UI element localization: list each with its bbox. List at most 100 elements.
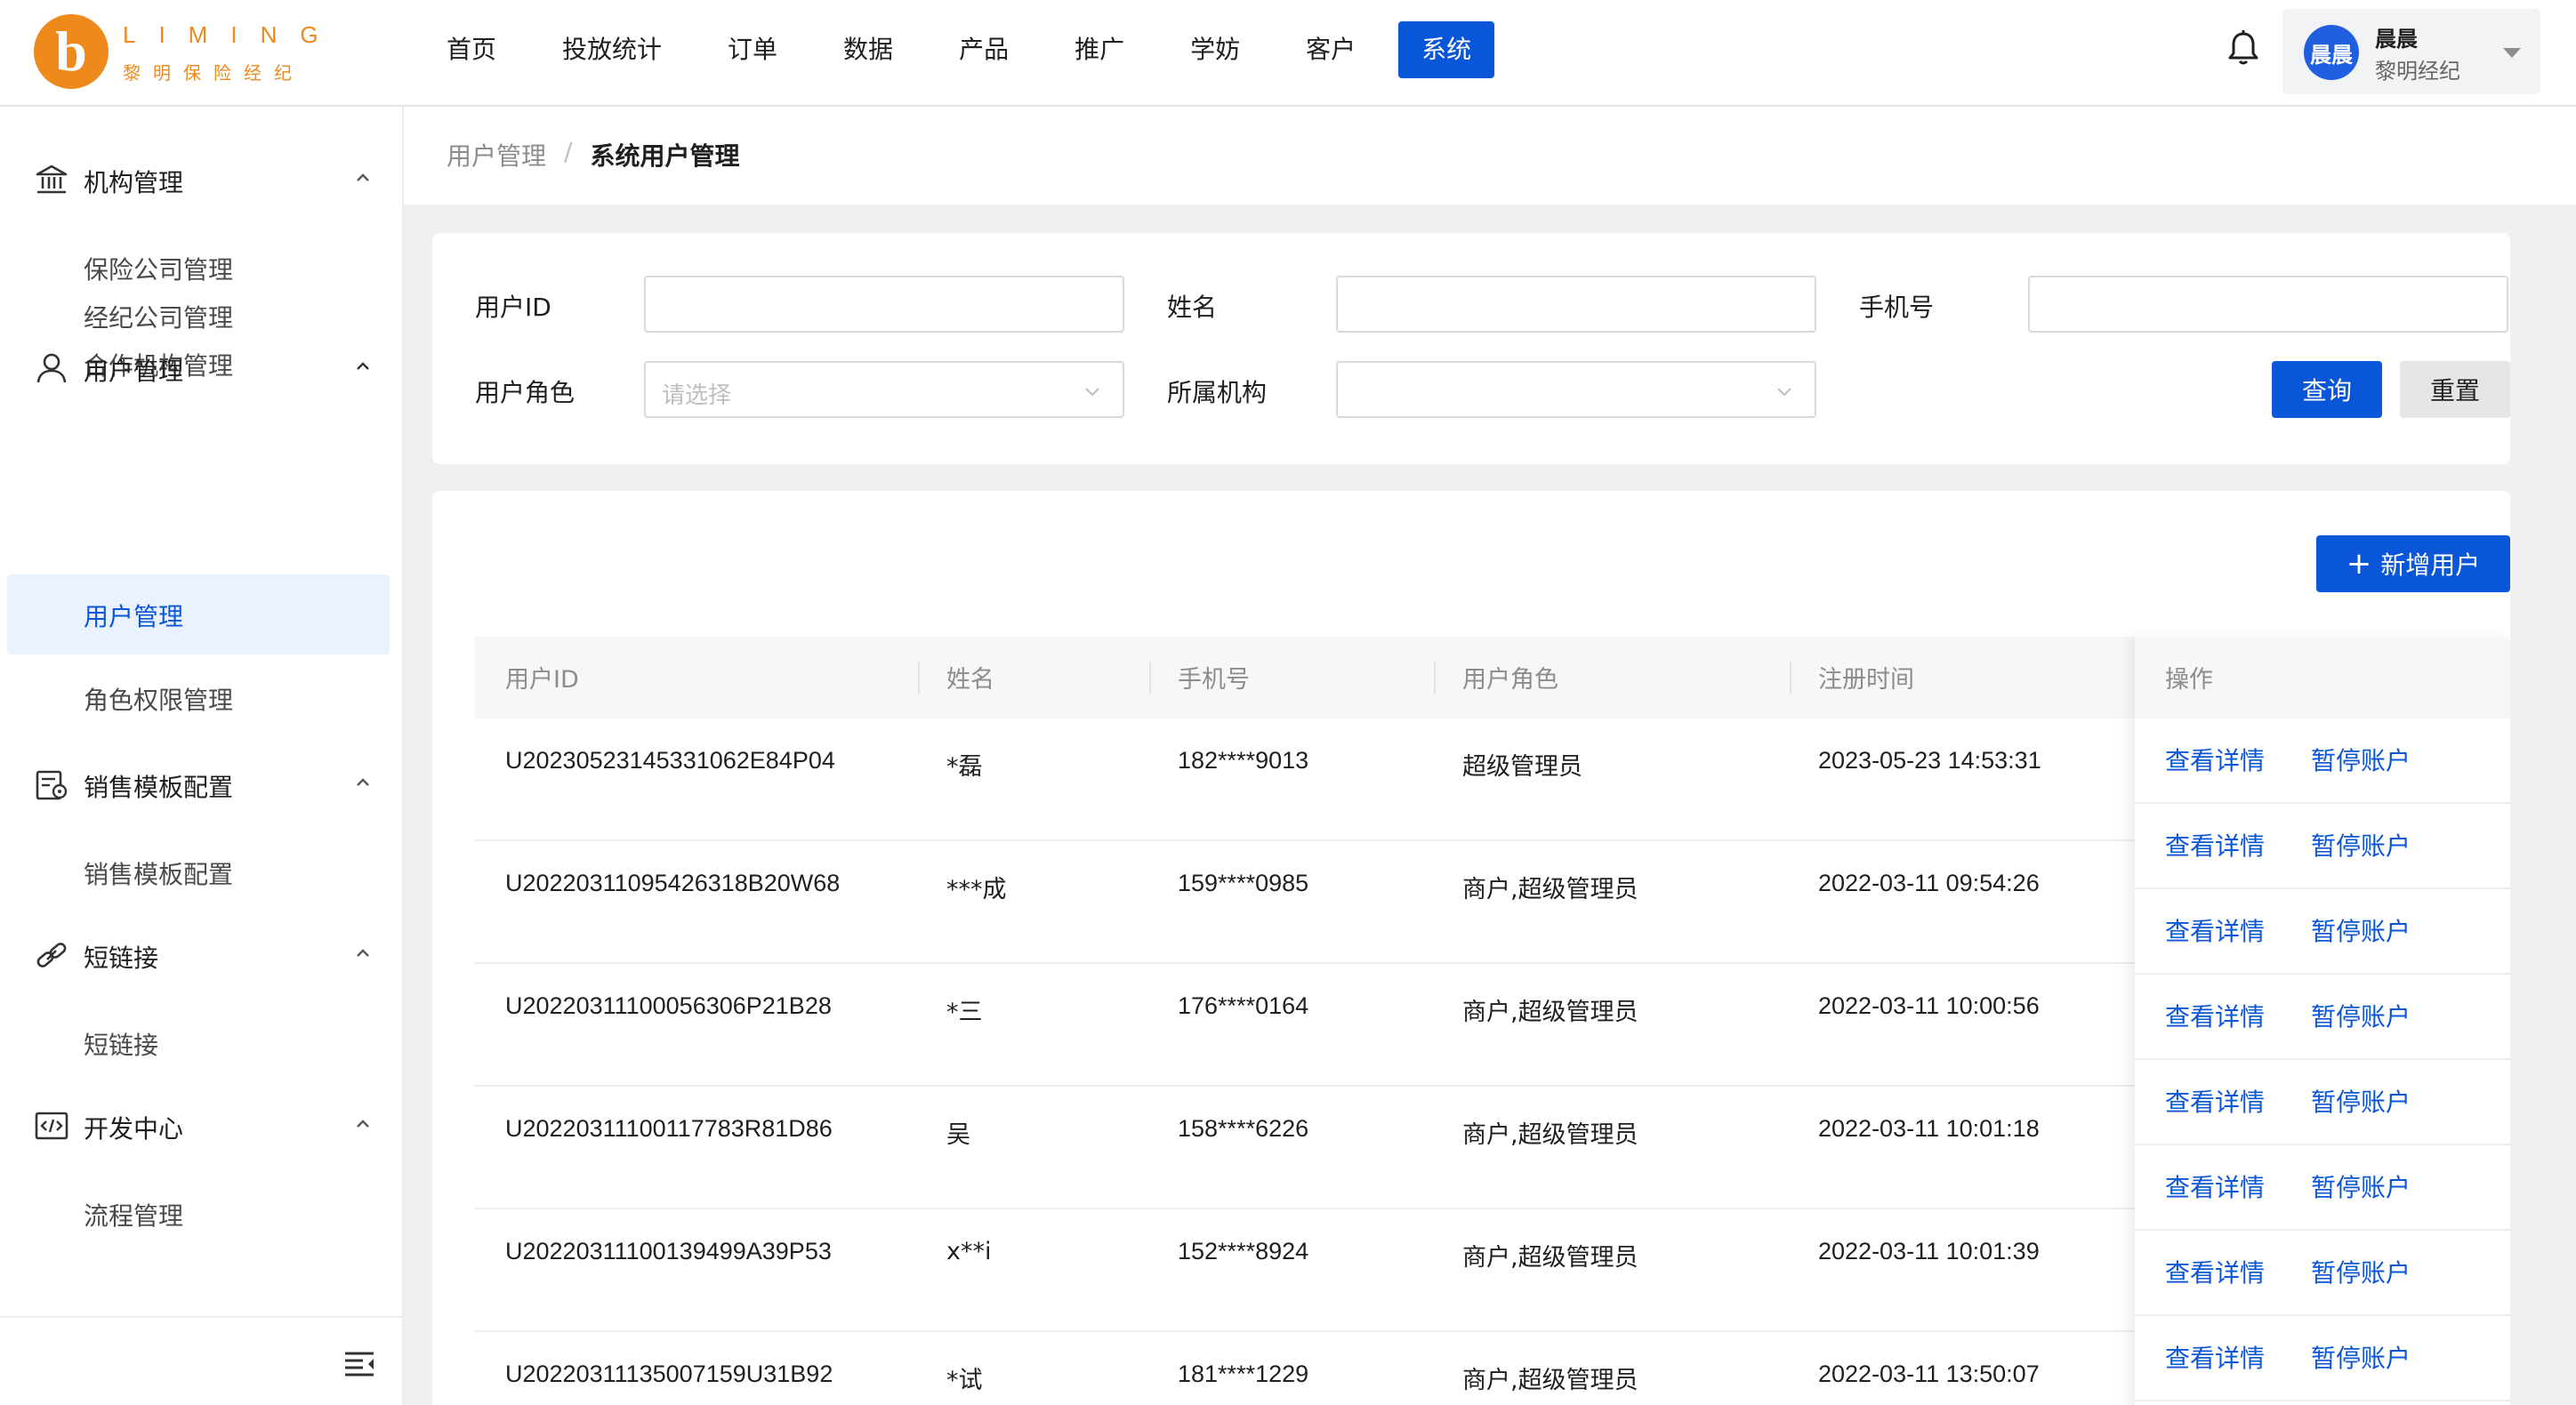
role-select-placeholder: 请选择 <box>662 382 732 409</box>
sidebar-item-label: 用户管理 <box>84 602 184 631</box>
view-details-link[interactable]: 查看详情 <box>2165 1083 2265 1119</box>
view-details-link[interactable]: 查看详情 <box>2165 1254 2265 1289</box>
sidebar-item-role-permissions[interactable]: 角色权限管理 <box>0 658 404 738</box>
sidebar-item-sales-templates[interactable]: 销售模板配置 <box>0 832 404 912</box>
suspend-account-link[interactable]: 暂停账户 <box>2311 742 2411 777</box>
user-id-input[interactable] <box>644 276 1124 333</box>
phone-input[interactable] <box>2028 276 2508 333</box>
cell-phone: 176****0164 <box>1178 992 1309 1019</box>
sidebar-group-users[interactable]: 用户管理 <box>0 329 404 409</box>
sidebar-item-label: 角色权限管理 <box>84 686 234 715</box>
column-divider <box>1790 662 1791 694</box>
cell-role: 商户,超级管理员 <box>1462 1244 1638 1272</box>
nav-ad-stats[interactable]: 投放统计 <box>539 21 685 78</box>
cell-role: 超级管理员 <box>1462 753 1582 781</box>
cell-name: x**i <box>946 1238 992 1265</box>
phone-label: 手机号 <box>1859 293 1935 322</box>
reset-button[interactable]: 重置 <box>2400 361 2510 418</box>
cell-name: ***成 <box>946 876 1007 903</box>
template-icon <box>36 770 68 800</box>
page-title: 系统用户管理 <box>590 141 740 171</box>
suspend-account-link[interactable]: 暂停账户 <box>2311 1083 2411 1119</box>
suspend-account-link[interactable]: 暂停账户 <box>2311 912 2411 948</box>
suspend-account-link[interactable]: 暂停账户 <box>2311 1168 2411 1204</box>
breadcrumb-separator: / <box>564 137 573 166</box>
view-details-link[interactable]: 查看详情 <box>2165 998 2265 1033</box>
add-user-button[interactable]: + 新增用户 <box>2316 535 2510 592</box>
sidebar-group-short-links[interactable]: 短链接 <box>0 916 404 996</box>
nav-products[interactable]: 产品 <box>936 21 1032 78</box>
operations-row: 查看详情 暂停账户 <box>2135 1060 2510 1145</box>
breadcrumb: 用户管理 / 系统用户管理 <box>447 137 739 173</box>
sidebar-group-label: 短链接 <box>84 943 159 973</box>
app-root: b LIMING 黎明保险经纪 首页 投放统计 订单 数据 产品 推广 学妨 客… <box>0 0 2576 1405</box>
breadcrumb-parent[interactable]: 用户管理 <box>447 137 546 173</box>
collapse-menu-icon[interactable] <box>342 1348 377 1380</box>
org-select[interactable] <box>1336 361 1816 418</box>
column-header-phone: 手机号 <box>1178 666 1250 694</box>
suspend-account-link[interactable]: 暂停账户 <box>2311 1254 2411 1289</box>
role-select[interactable]: 请选择 <box>644 361 1124 418</box>
sidebar-group-dev-center[interactable]: 开发中心 <box>0 1087 404 1167</box>
cell-phone: 159****0985 <box>1178 870 1309 896</box>
nav-orders[interactable]: 订单 <box>704 21 801 78</box>
view-details-link[interactable]: 查看详情 <box>2165 742 2265 777</box>
logo-name-en: LIMING <box>123 21 342 48</box>
cell-name: *试 <box>946 1367 983 1394</box>
view-details-link[interactable]: 查看详情 <box>2165 912 2265 948</box>
column-header-reg-time: 注册时间 <box>1818 666 1914 694</box>
sidebar-item-process-management[interactable]: 流程管理 <box>0 1174 404 1254</box>
view-details-link[interactable]: 查看详情 <box>2165 1168 2265 1204</box>
sidebar-item-label: 销售模板配置 <box>84 860 234 889</box>
table-row: U20220311100139499A39P53 x**i 152****8924 商… <box>475 1209 2181 1332</box>
user-menu[interactable]: 晨晨 晨晨 黎明经纪 <box>2282 9 2540 94</box>
nav-home[interactable]: 首页 <box>423 21 519 78</box>
sidebar-group-sales-templates[interactable]: 销售模板配置 <box>0 745 404 825</box>
sidebar-group-label: 销售模板配置 <box>84 773 234 802</box>
cell-phone: 158****6226 <box>1178 1115 1309 1142</box>
cell-role: 商户,超级管理员 <box>1462 876 1638 903</box>
column-header-role: 用户角色 <box>1462 666 1558 694</box>
nav-data[interactable]: 数据 <box>820 21 916 78</box>
filter-panel: 用户ID 姓名 手机号 用户角色 请选择 所属机构 查询 重置 <box>432 233 2510 464</box>
name-input[interactable] <box>1336 276 1816 333</box>
suspend-account-link[interactable]: 暂停账户 <box>2311 1339 2411 1375</box>
cell-role: 商户,超级管理员 <box>1462 999 1638 1026</box>
chevron-down-icon <box>1085 388 1099 397</box>
nav-system[interactable]: 系统 <box>1398 21 1495 78</box>
nav-promotion[interactable]: 推广 <box>1051 21 1147 78</box>
cell-name: *三 <box>946 999 983 1026</box>
column-header-user-id: 用户ID <box>505 666 579 694</box>
nav-customers[interactable]: 客户 <box>1283 21 1379 78</box>
view-details-link[interactable]: 查看详情 <box>2165 1339 2265 1375</box>
avatar: 晨晨 <box>2304 25 2359 80</box>
view-details-link[interactable]: 查看详情 <box>2165 827 2265 863</box>
operations-row: 查看详情 暂停账户 <box>2135 1316 2510 1401</box>
org-label: 所属机构 <box>1167 378 1268 407</box>
chevron-up-icon <box>357 173 369 181</box>
brand-logo[interactable]: b LIMING 黎明保险经纪 <box>34 12 327 92</box>
sidebar-group-org[interactable]: 机构管理 <box>0 140 404 221</box>
sidebar-item-short-links[interactable]: 短链接 <box>0 1003 404 1083</box>
logo-mark: b <box>34 14 109 89</box>
suspend-account-link[interactable]: 暂停账户 <box>2311 827 2411 863</box>
nav-learning[interactable]: 学妨 <box>1167 21 1263 78</box>
column-header-name: 姓名 <box>946 666 994 694</box>
cell-phone: 181****1229 <box>1178 1361 1309 1387</box>
operations-row: 查看详情 暂停账户 <box>2135 719 2510 804</box>
top-nav: 首页 投放统计 订单 数据 产品 推广 学妨 客户 系统 <box>423 21 1514 78</box>
top-header: b LIMING 黎明保险经纪 首页 投放统计 订单 数据 产品 推广 学妨 客… <box>0 0 2576 107</box>
cell-reg-time: 2022-03-11 09:54:26 <box>1818 870 2040 896</box>
table-row: U20220311135007159U31B92 *试 181****1229 商户,… <box>475 1332 2181 1405</box>
cell-reg-time: 2022-03-11 10:01:18 <box>1818 1115 2040 1142</box>
bell-icon[interactable] <box>2224 28 2263 68</box>
user-icon <box>36 353 67 383</box>
cell-phone: 152****8924 <box>1178 1238 1309 1264</box>
operations-row: 查看详情 暂停账户 <box>2135 1145 2510 1231</box>
sidebar-item-user-management[interactable]: 用户管理 <box>7 574 390 654</box>
search-button[interactable]: 查询 <box>2272 361 2382 418</box>
operations-row: 查看详情 暂停账户 <box>2135 889 2510 975</box>
column-header-operations: 操作 <box>2135 637 2510 719</box>
suspend-account-link[interactable]: 暂停账户 <box>2311 998 2411 1033</box>
cell-user-id: U20220311100139499A39P53 <box>505 1238 832 1264</box>
